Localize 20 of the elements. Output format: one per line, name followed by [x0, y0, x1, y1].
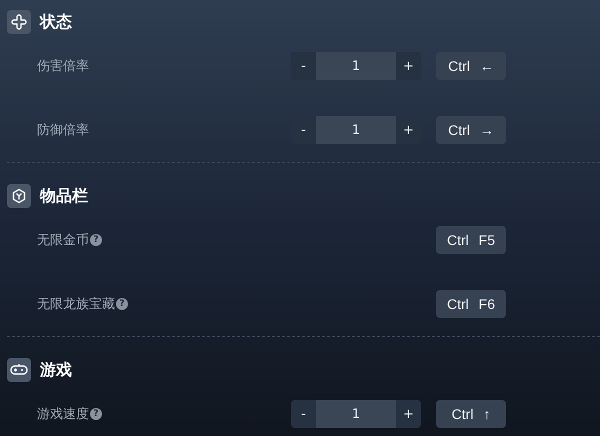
section-title: 游戏	[40, 360, 72, 380]
option-label: 无限龙族宝藏	[37, 296, 115, 313]
hotkey-button[interactable]: Ctrl ↑	[436, 400, 506, 428]
hotkey-button[interactable]: Ctrl →	[436, 116, 506, 144]
help-icon[interactable]: ?	[116, 298, 128, 310]
hotkey-button[interactable]: Ctrl ←	[436, 52, 506, 80]
stepper-value[interactable]: 1	[316, 52, 396, 80]
option-label: 伤害倍率	[37, 58, 89, 75]
section-title: 物品栏	[40, 186, 88, 206]
option-label: 游戏速度	[37, 406, 89, 423]
option-label: 无限金币	[37, 232, 89, 249]
option-label: 防御倍率	[37, 122, 89, 139]
hexagon-icon	[11, 188, 27, 204]
hotkey-button[interactable]: Ctrl F5	[436, 226, 506, 254]
help-icon[interactable]: ?	[90, 408, 102, 420]
stepper-value[interactable]: 1	[316, 116, 396, 144]
help-icon[interactable]: ?	[90, 234, 102, 246]
section-title: 状态	[40, 12, 72, 32]
hotkey-button[interactable]: Ctrl F6	[436, 290, 506, 318]
stepper-value[interactable]: 1	[316, 400, 396, 428]
